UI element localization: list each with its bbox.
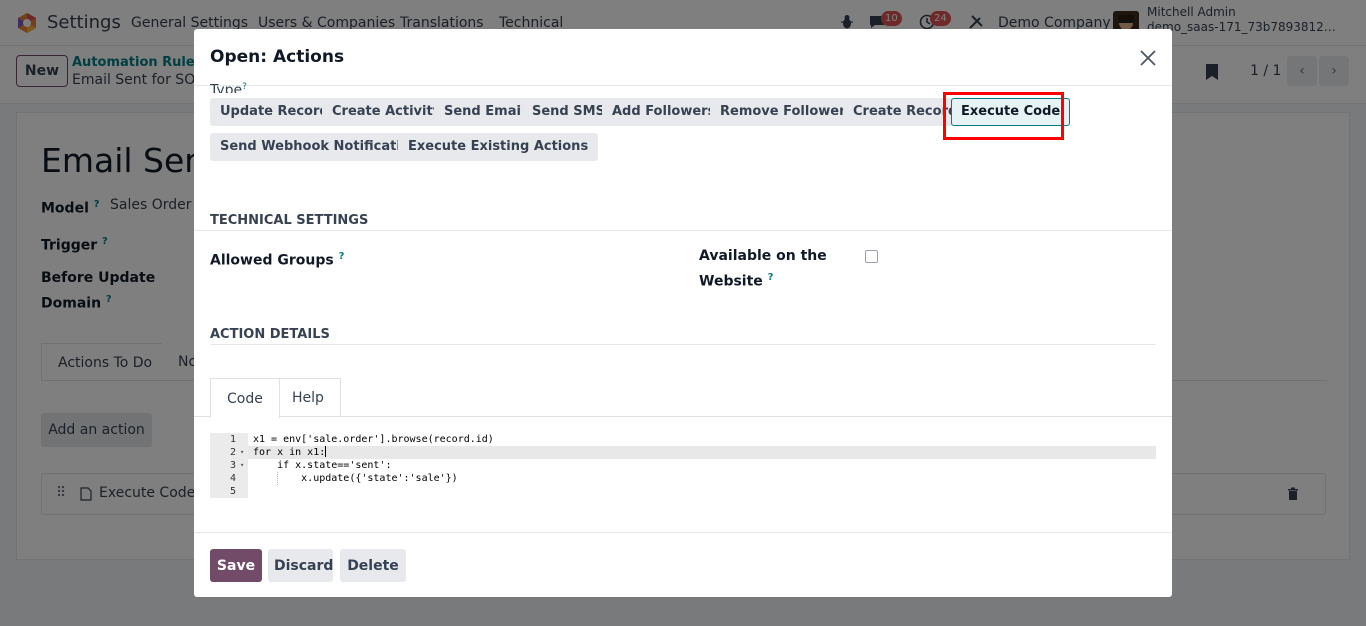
type-execute-existing-actions[interactable]: Execute Existing Actions <box>398 133 599 161</box>
save-button[interactable]: Save <box>210 549 262 582</box>
line-number: 1 <box>229 434 236 445</box>
selection-highlight <box>943 92 1064 140</box>
tab-code[interactable]: Code <box>210 378 280 418</box>
code-line-1[interactable]: x1 = env['sale.order'].browse(record.id) <box>253 433 494 446</box>
type-send-sms[interactable]: Send SMS <box>522 98 615 126</box>
line-number: 2 <box>229 447 236 458</box>
dialog-header: Open: Actions <box>194 29 1172 86</box>
actions-dialog: Open: Actions Type? Update Record Create… <box>194 29 1172 597</box>
type-label: Type? <box>210 82 247 93</box>
action-details-title: ACTION DETAILS <box>210 327 330 342</box>
type-send-webhook-notification[interactable]: Send Webhook Notification <box>210 133 430 161</box>
allowed-groups-label: Allowed Groups ? <box>210 251 345 269</box>
type-remove-followers[interactable]: Remove Followers <box>710 98 864 126</box>
type-send-email[interactable]: Send Email <box>434 98 536 126</box>
action-details-divider <box>210 344 1156 345</box>
code-line-3[interactable]: if x.state=='sent': <box>253 459 391 472</box>
delete-button[interactable]: Delete <box>340 549 406 582</box>
dialog-footer: Save Discard Delete <box>194 532 1172 597</box>
text-cursor <box>325 446 327 457</box>
type-create-activity[interactable]: Create Activity <box>322 98 452 126</box>
fold-toggle-icon[interactable]: ▾ <box>240 446 248 459</box>
code-editor[interactable]: 1 2 3 4 5 ▾ ▾ x1 = env['sale.order'].bro… <box>210 433 1156 498</box>
line-number: 5 <box>229 486 236 497</box>
available-on-website-label: Available on the Website ? <box>699 248 827 290</box>
tab-help[interactable]: Help <box>276 378 341 417</box>
type-update-record[interactable]: Update Record <box>210 98 339 126</box>
close-icon[interactable] <box>1139 49 1157 67</box>
technical-settings-title: TECHNICAL SETTINGS <box>210 213 369 228</box>
dialog-title: Open: Actions <box>210 47 345 67</box>
discard-button[interactable]: Discard <box>268 549 333 582</box>
active-line-highlight <box>248 446 1156 459</box>
line-number: 3 <box>229 460 236 471</box>
type-add-followers[interactable]: Add Followers <box>602 98 726 126</box>
technical-settings-divider <box>194 230 1172 231</box>
code-line-4[interactable]: x.update({'state':'sale'}) <box>253 472 458 485</box>
line-number: 4 <box>229 473 236 484</box>
code-line-2[interactable]: for x in x1: <box>253 446 327 459</box>
available-on-website-checkbox[interactable] <box>865 250 878 263</box>
fold-toggle-icon[interactable]: ▾ <box>240 459 248 472</box>
